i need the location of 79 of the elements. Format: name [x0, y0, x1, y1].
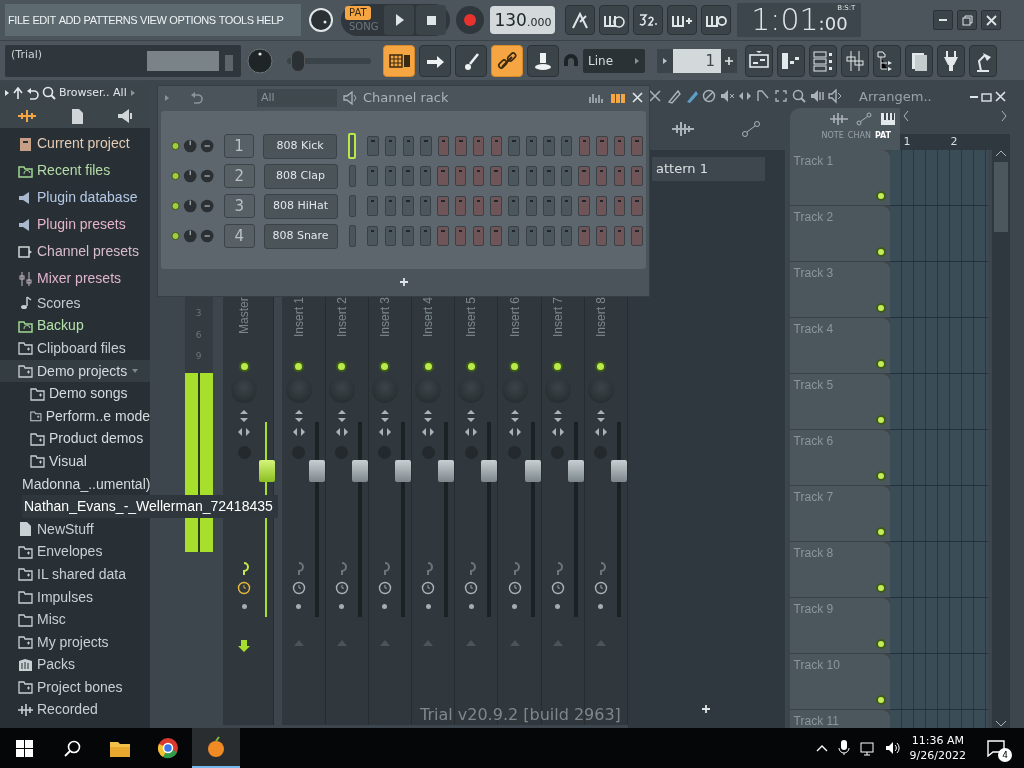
- menu-item[interactable]: ADD: [58, 11, 81, 29]
- window-title: Channel rack: [363, 88, 449, 107]
- channel-number[interactable]: 1: [223, 134, 255, 158]
- track-name: Track 10: [793, 657, 841, 674]
- channel-button[interactable]: 808 Clap: [263, 163, 338, 189]
- browser-item[interactable]: Recent files: [37, 160, 111, 181]
- channel-number[interactable]: 2: [223, 164, 255, 188]
- browser-item[interactable]: Plugin presets: [37, 214, 126, 235]
- menu-item[interactable]: OPTIONS: [169, 11, 216, 29]
- track-name: Track 6: [793, 433, 835, 450]
- tab[interactable]: PAT: [874, 130, 892, 142]
- browser-item[interactable]: IL shared data: [37, 563, 126, 585]
- track-label[interactable]: Insert 8: [591, 297, 610, 355]
- browser-item[interactable]: Scores: [37, 292, 81, 314]
- notification-count: 4: [998, 748, 1012, 762]
- browser-item[interactable]: NewStuff: [37, 518, 94, 540]
- track-name: Track 1: [793, 153, 835, 170]
- track-name: Track 3: [793, 265, 835, 282]
- browser-item[interactable]: Packs: [37, 654, 76, 676]
- browser-item[interactable]: Nathan_Evans_-_Wellerman_72418435: [22, 495, 278, 519]
- track-name: Track 5: [793, 377, 835, 394]
- browser-item[interactable]: Product demos: [49, 428, 144, 450]
- menu-item[interactable]: FILE: [8, 11, 30, 29]
- track-label[interactable]: Insert 4: [419, 297, 438, 355]
- channel-number[interactable]: 3: [223, 194, 255, 218]
- browser-item[interactable]: Project bones: [37, 676, 123, 698]
- menu-item[interactable]: HELP: [256, 11, 284, 29]
- track-name: Track 11: [793, 713, 840, 728]
- mode-button[interactable]: PAT: [345, 6, 371, 20]
- track-label[interactable]: Insert 6: [505, 297, 524, 355]
- track-label[interactable]: Insert 2: [332, 297, 351, 355]
- browser-item[interactable]: Perform..e mode: [45, 405, 150, 427]
- channel-button[interactable]: 808 HiHat: [263, 193, 338, 219]
- browser-item[interactable]: Current project: [37, 133, 130, 154]
- menu-item[interactable]: PATTERNS: [83, 11, 138, 29]
- track-name: Track 7: [793, 489, 835, 506]
- time-main: 1:01: [751, 3, 819, 37]
- browser-item[interactable]: Channel presets: [37, 241, 139, 262]
- browser-item[interactable]: Visual: [49, 450, 87, 472]
- window-title: Arrangem..: [859, 87, 932, 106]
- track-name: Track 9: [793, 601, 835, 618]
- clock-date: 9/26/2022: [909, 748, 966, 763]
- browser-item[interactable]: Recorded: [37, 699, 98, 721]
- menu-item[interactable]: VIEW: [140, 11, 167, 29]
- browser-item[interactable]: Clipboard files: [37, 338, 126, 359]
- track-label[interactable]: Insert 1: [289, 297, 308, 355]
- track-label[interactable]: Insert 3: [375, 297, 394, 355]
- menu-item[interactable]: EDIT: [32, 11, 56, 29]
- ruler-label: 2: [950, 134, 958, 150]
- track-name: Track 2: [793, 209, 835, 226]
- pattern-item[interactable]: attern 1: [652, 157, 765, 181]
- browser-item[interactable]: Misc: [37, 609, 66, 631]
- browser-item[interactable]: Demo songs: [49, 383, 128, 405]
- time-sub: :00: [818, 12, 848, 36]
- browser-item[interactable]: My projects: [37, 631, 109, 653]
- menu-item[interactable]: TOOLS: [218, 11, 254, 29]
- track-name: Track 8: [793, 545, 835, 562]
- channel-button[interactable]: 808 Kick: [263, 133, 337, 159]
- browser-item[interactable]: Plugin database: [37, 187, 138, 208]
- snap-dropdown[interactable]: Line: [583, 48, 645, 73]
- pattern-number-field[interactable]: 1: [673, 48, 721, 73]
- browser-item[interactable]: Madonna_..umental): [22, 473, 151, 495]
- ruler-label: 1: [903, 134, 911, 150]
- hint-text: (Trial): [11, 46, 43, 63]
- clock[interactable]: 11:36 AM 9/26/2022: [909, 733, 966, 763]
- track-label[interactable]: Insert 7: [548, 297, 567, 355]
- track-label[interactable]: Insert 5: [462, 297, 481, 355]
- track-name: Track 4: [793, 321, 835, 338]
- browser-item[interactable]: Envelopes: [37, 541, 103, 563]
- channel-button[interactable]: 808 Snare: [263, 223, 338, 249]
- track-label[interactable]: Master: [235, 297, 254, 355]
- browser-item[interactable]: Impulses: [37, 586, 94, 608]
- tempo-field[interactable]: 130.000: [490, 6, 556, 34]
- notifications-button[interactable]: 4: [976, 728, 1016, 768]
- browser-item[interactable]: Mixer presets: [37, 268, 122, 289]
- channel-number[interactable]: 4: [223, 224, 255, 248]
- browser-item[interactable]: Backup: [37, 315, 84, 337]
- version-text: Trial v20.9.2 [build 2963]: [420, 704, 621, 726]
- clock-time: 11:36 AM: [911, 733, 964, 748]
